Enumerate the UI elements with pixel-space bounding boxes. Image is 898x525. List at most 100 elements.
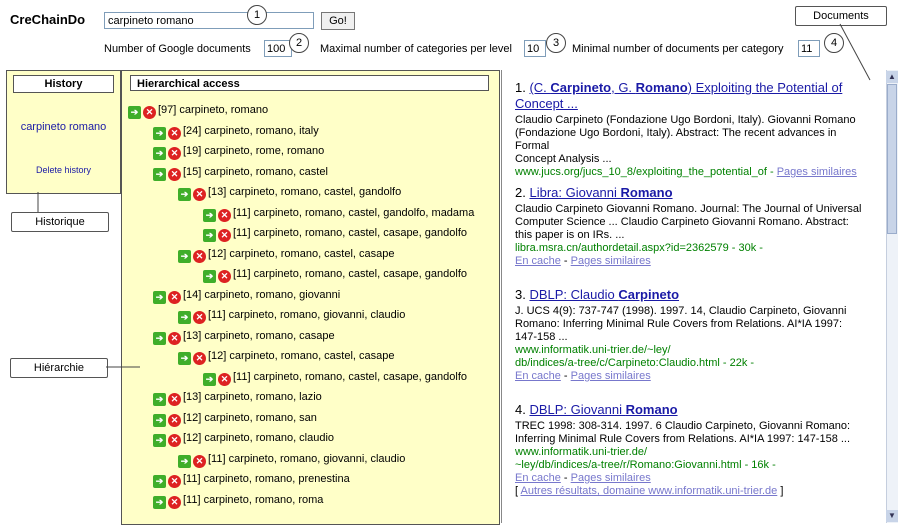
hierarchy-node-label[interactable]: [11] carpineto, romano, giovanni, claudi… — [208, 453, 405, 465]
hierarchy-node[interactable]: ➔ ✕ [13] carpineto, romano, casape — [153, 329, 335, 345]
cache-link[interactable]: En cache — [515, 255, 561, 267]
google-docs-input[interactable] — [264, 40, 292, 57]
remove-x-icon[interactable]: ✕ — [218, 270, 231, 283]
remove-x-icon[interactable]: ✕ — [168, 147, 181, 160]
hierarchy-node-label[interactable]: [14] carpineto, romano, giovanni — [183, 289, 340, 301]
remove-x-icon[interactable]: ✕ — [168, 495, 181, 509]
similar-pages-link[interactable]: Pages similaires — [571, 370, 651, 382]
hierarchy-node-label[interactable]: [19] carpineto, rome, romano — [183, 145, 324, 157]
expand-arrow-icon[interactable]: ➔ — [203, 229, 216, 242]
remove-x-icon[interactable]: ✕ — [168, 434, 181, 447]
hierarchy-node[interactable]: ➔ ✕ [13] carpineto, romano, castel, gandol… — [178, 185, 401, 201]
hierarchy-node[interactable]: ➔ ✕ [97] carpineto, romano — [128, 103, 268, 119]
scroll-down-arrow-icon[interactable]: ▼ — [886, 510, 898, 522]
hierarchy-node-label[interactable]: [15] carpineto, romano, castel — [183, 166, 328, 178]
hierarchy-node-label[interactable]: [12] carpineto, romano, castel, casape — [208, 350, 395, 362]
expand-arrow-icon[interactable]: ➔ — [178, 188, 191, 201]
expand-arrow-icon[interactable]: ➔ — [178, 352, 191, 365]
hierarchy-node-label[interactable]: [11] carpineto, romano, castel, gandolfo… — [233, 207, 474, 219]
min-docs-input[interactable] — [798, 40, 820, 57]
remove-x-icon[interactable]: ✕ — [218, 208, 231, 222]
remove-x-icon[interactable]: ✕ — [143, 106, 156, 119]
hierarchy-node[interactable]: ➔ ✕ [13] carpineto, romano, lazio — [153, 390, 322, 406]
expand-arrow-icon[interactable]: ➔ — [153, 393, 166, 406]
remove-x-icon[interactable]: ✕ — [218, 229, 231, 242]
hierarchy-node[interactable]: ➔ ✕ [14] carpineto, romano, giovanni — [153, 288, 340, 304]
expand-arrow-icon[interactable]: ➔ — [203, 270, 216, 283]
hierarchy-node-label[interactable]: [11] carpineto, romano, giovanni, claudi… — [208, 309, 405, 321]
expand-arrow-icon[interactable]: ➔ — [153, 167, 166, 181]
hierarchy-node-label[interactable]: [13] carpineto, romano, castel, gandolfo — [208, 186, 401, 198]
cache-link[interactable]: En cache — [515, 370, 561, 382]
remove-x-icon[interactable]: ✕ — [168, 290, 181, 304]
expand-arrow-icon[interactable]: ➔ — [153, 147, 166, 160]
hierarchy-node[interactable]: ➔ ✕ [24] carpineto, romano, italy — [153, 124, 319, 140]
hierarchy-node[interactable]: ➔ ✕ [11] carpineto, romano, castel, casape… — [203, 226, 467, 242]
cache-link[interactable]: En cache — [515, 472, 561, 484]
remove-x-icon[interactable]: ✕ — [168, 475, 181, 488]
expand-arrow-icon[interactable]: ➔ — [128, 106, 141, 119]
hierarchy-node[interactable]: ➔ ✕ [15] carpineto, romano, castel — [153, 165, 328, 181]
hierarchy-node[interactable]: ➔ ✕ [11] carpineto, romano, castel, casape… — [203, 267, 467, 283]
hierarchy-node-label[interactable]: [24] carpineto, romano, italy — [183, 125, 319, 137]
remove-x-icon[interactable]: ✕ — [193, 188, 206, 201]
remove-x-icon[interactable]: ✕ — [168, 331, 181, 345]
expand-arrow-icon[interactable]: ➔ — [153, 475, 166, 488]
similar-pages-link[interactable]: Pages similaires — [571, 255, 651, 267]
hierarchy-node-label[interactable]: [11] carpineto, romano, roma — [183, 494, 323, 506]
similar-pages-link[interactable]: Pages similaires — [571, 472, 651, 484]
scrollbar-thumb[interactable] — [887, 84, 897, 234]
expand-arrow-icon[interactable]: ➔ — [153, 126, 166, 140]
hierarchy-node[interactable]: ➔ ✕ [12] carpineto, romano, castel, casape — [178, 349, 395, 365]
hierarchy-node[interactable]: ➔ ✕ [11] carpineto, romano, giovanni, clau… — [178, 452, 405, 468]
remove-x-icon[interactable]: ✕ — [168, 413, 181, 427]
expand-arrow-icon[interactable]: ➔ — [203, 372, 216, 386]
hierarchy-node-label[interactable]: [11] carpineto, romano, castel, casape, … — [233, 227, 467, 239]
similar-pages-link[interactable]: Pages similaires — [777, 166, 857, 178]
result-title-link[interactable]: Libra: Giovanni Romano — [529, 185, 672, 200]
hierarchy-node[interactable]: ➔ ✕ [19] carpineto, rome, romano — [153, 144, 324, 160]
hierarchy-node[interactable]: ➔ ✕ [11] carpineto, romano, prenestina — [153, 472, 350, 488]
expand-arrow-icon[interactable]: ➔ — [178, 249, 191, 263]
hierarchy-node-label[interactable]: [11] carpineto, romano, castel, casape, … — [233, 268, 467, 280]
hierarchy-node[interactable]: ➔ ✕ [12] carpineto, romano, claudio — [153, 431, 334, 447]
max-categories-input[interactable] — [524, 40, 546, 57]
hierarchy-node[interactable]: ➔ ✕ [12] carpineto, romano, san — [153, 411, 317, 427]
more-results-link[interactable]: Autres résultats, domaine www.informatik… — [521, 485, 778, 497]
result-title-link[interactable]: DBLP: Claudio Carpineto — [529, 287, 679, 302]
remove-x-icon[interactable]: ✕ — [193, 249, 206, 263]
remove-x-icon[interactable]: ✕ — [193, 454, 206, 468]
expand-arrow-icon[interactable]: ➔ — [178, 311, 191, 324]
hierarchy-node[interactable]: ➔ ✕ [12] carpineto, romano, castel, casape — [178, 247, 395, 263]
remove-x-icon[interactable]: ✕ — [193, 311, 206, 324]
expand-arrow-icon[interactable]: ➔ — [153, 331, 166, 345]
hierarchy-node-label[interactable]: [12] carpineto, romano, claudio — [183, 432, 334, 444]
hierarchy-node-label[interactable]: [13] carpineto, romano, lazio — [183, 391, 322, 403]
hierarchy-node-label[interactable]: [13] carpineto, romano, casape — [183, 330, 335, 342]
remove-x-icon[interactable]: ✕ — [193, 352, 206, 365]
hierarchy-node-label[interactable]: [11] carpineto, romano, prenestina — [183, 473, 350, 485]
expand-arrow-icon[interactable]: ➔ — [178, 454, 191, 468]
hierarchy-node[interactable]: ➔ ✕ [11] carpineto, romano, castel, gandol… — [203, 206, 474, 222]
hierarchy-node-label[interactable]: [12] carpineto, romano, san — [183, 412, 317, 424]
expand-arrow-icon[interactable]: ➔ — [153, 495, 166, 509]
hierarchy-node-label[interactable]: [11] carpineto, romano, castel, casape, … — [233, 371, 467, 383]
result-title-link[interactable]: (C. Carpineto, G. Romano) Exploiting the… — [515, 80, 842, 111]
result-title-link[interactable]: DBLP: Giovanni Romano — [529, 402, 677, 417]
hierarchy-node-label[interactable]: [97] carpineto, romano — [158, 104, 268, 116]
hierarchy-node[interactable]: ➔ ✕ [11] carpineto, romano, roma — [153, 493, 323, 509]
expand-arrow-icon[interactable]: ➔ — [153, 413, 166, 427]
remove-x-icon[interactable]: ✕ — [218, 372, 231, 386]
search-input[interactable] — [104, 12, 314, 29]
history-item[interactable]: carpineto romano — [7, 121, 120, 133]
hierarchy-node[interactable]: ➔ ✕ [11] carpineto, romano, giovanni, clau… — [178, 308, 405, 324]
expand-arrow-icon[interactable]: ➔ — [153, 290, 166, 304]
go-button[interactable]: Go! — [321, 12, 355, 30]
hierarchy-node[interactable]: ➔ ✕ [11] carpineto, romano, castel, casape… — [203, 370, 467, 386]
delete-history-link[interactable]: Delete history — [7, 165, 120, 175]
remove-x-icon[interactable]: ✕ — [168, 167, 181, 181]
expand-arrow-icon[interactable]: ➔ — [203, 208, 216, 222]
remove-x-icon[interactable]: ✕ — [168, 126, 181, 140]
scroll-up-arrow-icon[interactable]: ▲ — [886, 71, 898, 83]
remove-x-icon[interactable]: ✕ — [168, 393, 181, 406]
